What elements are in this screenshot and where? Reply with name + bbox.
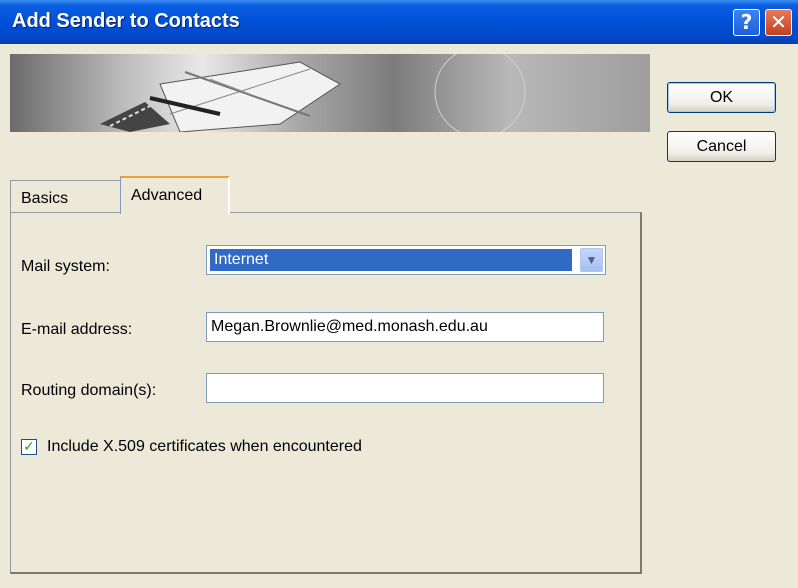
mail-system-label: Mail system: [21,258,110,275]
close-button[interactable]: ✕ [765,9,792,36]
cancel-button[interactable]: Cancel [667,131,776,162]
help-button[interactable]: ? [733,9,760,36]
tab-advanced[interactable]: Advanced [120,176,230,214]
routing-domains-field[interactable] [206,373,604,403]
email-address-field[interactable] [206,312,604,342]
email-address-label: E-mail address: [21,321,133,338]
mail-system-selected-value: Internet [210,249,572,271]
title-bar[interactable]: Add Sender to Contacts ? ✕ [0,0,798,44]
include-certificates-label[interactable]: Include X.509 certificates when encounte… [47,438,362,456]
window-title: Add Sender to Contacts [12,10,240,32]
include-certificates-checkbox[interactable]: ✓ [21,439,37,455]
ok-button[interactable]: OK [667,82,776,113]
notebook-pen-banner-icon [100,54,526,132]
mail-system-select[interactable]: Internet ▼ [206,245,606,275]
routing-domains-label: Routing domain(s): [21,382,157,399]
chevron-down-icon[interactable]: ▼ [580,248,603,272]
header-banner-image [10,54,650,132]
